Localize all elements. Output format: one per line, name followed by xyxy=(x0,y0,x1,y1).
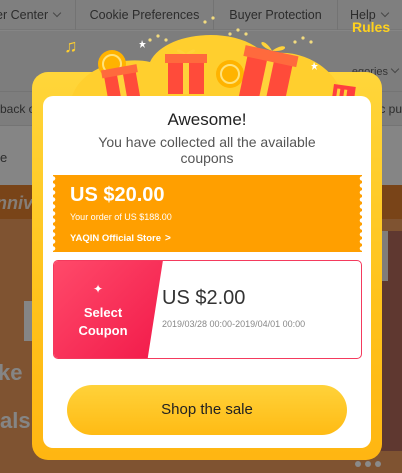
modal-subtitle: You have collected all the available cou… xyxy=(98,134,316,166)
shop-the-sale-button[interactable]: Shop the sale xyxy=(67,385,347,435)
carousel-dot[interactable] xyxy=(375,461,381,467)
sparkle-icon: ✦ xyxy=(93,282,104,296)
select-coupon-amount: US $2.00 xyxy=(162,287,246,309)
carousel-dot[interactable] xyxy=(355,461,361,467)
store-name-link[interactable]: YAQIN Official Store > xyxy=(70,233,171,244)
select-coupon-badge[interactable]: ✦ Select Coupon xyxy=(54,261,163,358)
select-coupon-label: Select Coupon xyxy=(78,305,128,338)
chevron-right-icon: > xyxy=(164,233,171,244)
store-coupon[interactable]: US $20.00 Your order of US $188.00 YAQIN… xyxy=(53,175,362,252)
carousel-dot[interactable] xyxy=(365,461,371,467)
store-coupon-condition: Your order of US $188.00 xyxy=(70,212,172,222)
rules-link[interactable]: Rules xyxy=(352,19,390,35)
store-name: YAQIN Official Store xyxy=(70,233,161,244)
store-coupon-amount: US $20.00 xyxy=(70,184,165,206)
modal-title: Awesome! xyxy=(167,110,247,129)
carousel-dots[interactable] xyxy=(355,454,385,472)
select-coupon-validity: 2019/03/28 00:00-2019/04/01 00:00 xyxy=(162,319,306,329)
select-coupon[interactable]: ✦ Select Coupon US $2.00 2019/03/28 00:0… xyxy=(53,260,362,359)
